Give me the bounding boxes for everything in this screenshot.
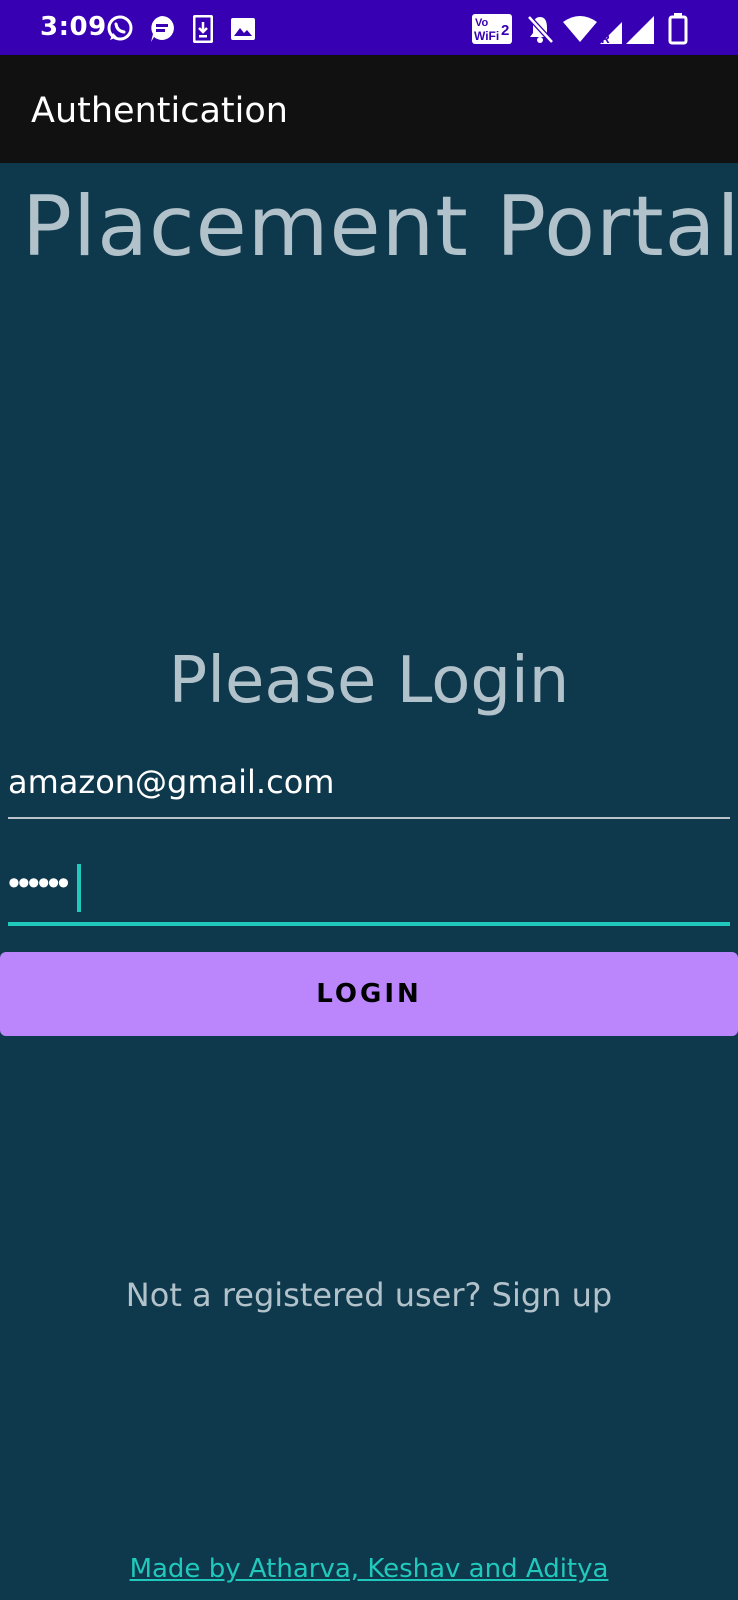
app-title: Authentication xyxy=(31,91,288,131)
signal-roaming-icon: R xyxy=(600,16,654,44)
vowifi2-icon: Vo WiFi 2 xyxy=(472,14,512,44)
status-time: 3:09 xyxy=(40,12,107,42)
login-heading: Please Login xyxy=(168,644,570,718)
mute-icon xyxy=(527,15,554,44)
battery-icon xyxy=(668,13,688,45)
credits-link[interactable]: Made by Atharva, Keshav and Aditya xyxy=(0,1554,738,1584)
app-bar: Authentication xyxy=(0,55,738,163)
roaming-label: R xyxy=(601,32,610,44)
download-icon xyxy=(193,15,213,43)
email-field[interactable]: amazon@gmail.com xyxy=(8,755,730,819)
password-field[interactable]: •••••• xyxy=(8,858,730,926)
wifi-icon xyxy=(563,16,597,42)
vowifi-label-num: 2 xyxy=(501,22,509,39)
password-value: •••••• xyxy=(8,864,69,902)
vowifi-label-bottom: WiFi xyxy=(474,29,499,43)
status-bar: 3:09 Vo WiFi 2 R xyxy=(0,0,738,55)
email-value: amazon@gmail.com xyxy=(8,763,335,801)
image-icon xyxy=(231,18,255,40)
vowifi-label-top: Vo xyxy=(475,17,489,29)
signup-link[interactable]: Not a registered user? Sign up xyxy=(0,1276,738,1314)
text-caret xyxy=(77,864,81,912)
whatsapp-icon xyxy=(107,15,133,41)
message-icon xyxy=(151,16,174,42)
login-button[interactable]: LOGIN xyxy=(0,952,738,1036)
portal-title: Placement Portal xyxy=(22,178,738,275)
